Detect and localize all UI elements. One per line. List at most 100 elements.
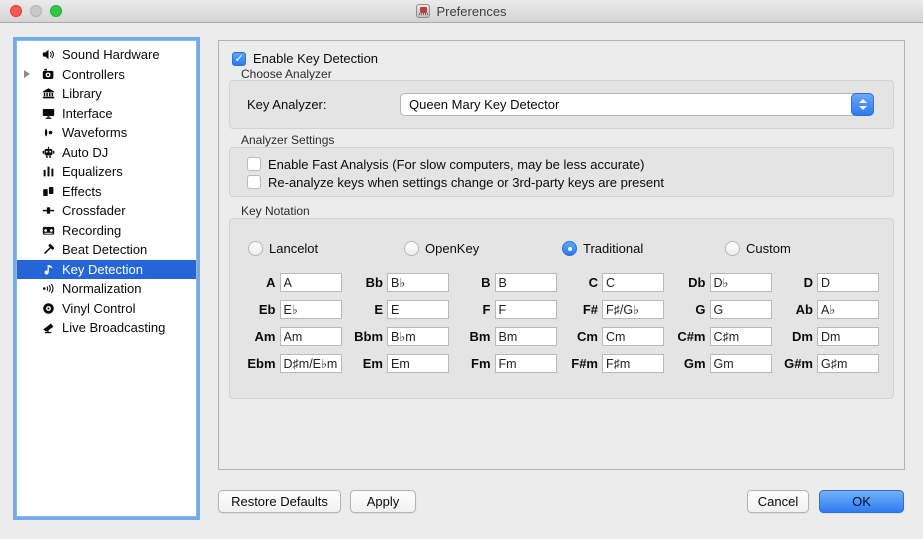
key-cell-G: G [670,300,778,319]
key-notation-input-C#m[interactable] [710,327,772,346]
key-notation-input-Ab[interactable] [817,300,879,319]
sidebar-item-interface[interactable]: Interface [17,104,196,124]
key-notation-input-F#[interactable] [602,300,664,319]
key-notation-input-Fm[interactable] [495,354,557,373]
equalizer-icon [40,165,56,178]
notation-radio-traditional[interactable]: Traditional [562,241,643,256]
key-cell-Eb: Eb [240,300,348,319]
key-cell-D: D [778,273,886,292]
sidebar-item-auto-dj[interactable]: Auto DJ [17,143,196,163]
analyzer-setting-label: Re-analyze keys when settings change or … [268,175,664,190]
notation-radio-custom[interactable]: Custom [725,241,791,256]
sidebar-item-label: Controllers [62,67,125,82]
title-bar: Preferences [0,0,923,23]
key-notation-title: Key Notation [241,204,310,218]
key-notation-input-C[interactable] [602,273,664,292]
key-notation-input-Em[interactable] [387,354,449,373]
enable-key-detection-row[interactable]: Enable Key Detection [232,51,378,66]
key-cell-E: E [348,300,456,319]
key-label: F#m [571,356,598,371]
analyzer-setting-row[interactable]: Re-analyze keys when settings change or … [247,173,893,191]
key-notation-input-G[interactable] [710,300,772,319]
key-notation-input-Am[interactable] [280,327,342,346]
key-notation-input-F[interactable] [495,300,557,319]
sidebar-item-key-detection[interactable]: Key Detection [17,260,196,280]
enable-key-detection-checkbox[interactable] [232,52,246,66]
key-cell-F: F [455,300,563,319]
apply-button[interactable]: Apply [350,490,416,513]
sidebar-item-beat-detection[interactable]: Beat Detection [17,240,196,260]
key-notation-input-Bm[interactable] [495,327,557,346]
key-notation-input-E[interactable] [387,300,449,319]
analyzer-setting-row[interactable]: Enable Fast Analysis (For slow computers… [247,155,893,173]
key-label: D [804,275,813,290]
key-cell-Am: Am [240,327,348,346]
radio-button[interactable] [725,241,740,256]
cancel-button[interactable]: Cancel [747,490,809,513]
key-notation-input-Cm[interactable] [602,327,664,346]
sidebar-item-normalization[interactable]: Normalization [17,279,196,299]
satellite-icon [40,321,56,334]
app-icon [416,4,430,18]
sound-waves-icon [40,282,56,295]
key-analyzer-dropdown[interactable]: Queen Mary Key Detector [400,93,874,116]
ok-button[interactable]: OK [819,490,904,513]
sidebar-item-vinyl-control[interactable]: Vinyl Control [17,299,196,319]
hammer-icon [40,243,56,256]
sidebar-item-label: Waveforms [62,125,127,140]
sidebar-item-library[interactable]: Library [17,84,196,104]
notation-radio-row: Lancelot OpenKey Traditional Custom [230,241,893,258]
sidebar-item-sound-hardware[interactable]: Sound Hardware [17,45,196,65]
sidebar-item-label: Library [62,86,102,101]
key-label: G#m [784,356,813,371]
key-label: F# [583,302,598,317]
sidebar-item-controllers[interactable]: Controllers [17,65,196,85]
sidebar-item-waveforms[interactable]: Waveforms [17,123,196,143]
key-notation-input-F#m[interactable] [602,354,664,373]
choose-analyzer-title: Choose Analyzer [241,67,332,81]
key-notation-input-Bb[interactable] [387,273,449,292]
radio-button[interactable] [404,241,419,256]
analyzer-setting-checkbox[interactable] [247,175,261,189]
disclosure-triangle-icon[interactable] [24,70,30,78]
sidebar-item-effects[interactable]: Effects [17,182,196,202]
radio-button[interactable] [248,241,263,256]
key-notation-input-A[interactable] [280,273,342,292]
key-label: Cm [577,329,598,344]
key-notation-input-G#m[interactable] [817,354,879,373]
key-notation-input-Gm[interactable] [710,354,772,373]
sidebar-item-crossfader[interactable]: Crossfader [17,201,196,221]
key-detection-panel: Enable Key Detection Choose Analyzer Key… [218,40,905,470]
notation-radio-openkey[interactable]: OpenKey [404,241,479,256]
key-cell-C: C [563,273,671,292]
key-notation-input-D[interactable] [817,273,879,292]
key-label: G [695,302,705,317]
key-label: Bb [366,275,383,290]
effects-icon [40,185,56,198]
key-notation-input-B[interactable] [495,273,557,292]
key-notation-input-Eb[interactable] [280,300,342,319]
key-notation-input-Db[interactable] [710,273,772,292]
sidebar-item-equalizers[interactable]: Equalizers [17,162,196,182]
key-label: Em [363,356,383,371]
key-cell-Fm: Fm [455,354,563,373]
key-cell-Dm: Dm [778,327,886,346]
key-notation-input-Dm[interactable] [817,327,879,346]
recording-icon [40,224,56,237]
key-notation-input-Ebm[interactable] [280,354,342,373]
choose-analyzer-group: Key Analyzer: Queen Mary Key Detector [229,80,894,129]
sidebar-item-live-broadcasting[interactable]: Live Broadcasting [17,318,196,338]
analyzer-setting-checkbox[interactable] [247,157,261,171]
notation-radio-lancelot[interactable]: Lancelot [248,241,318,256]
key-cell-Db: Db [670,273,778,292]
key-notation-grid: ABbBCDbDEbEFF#GAbAmBbmBmCmC#mDmEbmEmFmF#… [240,273,885,373]
enable-key-detection-label: Enable Key Detection [253,51,378,66]
key-label: Ab [796,302,813,317]
radio-button[interactable] [562,241,577,256]
key-notation-group: LancelotOpenKeyTraditionalCustom ABbBCDb… [229,218,894,399]
restore-defaults-button[interactable]: Restore Defaults [218,490,341,513]
key-cell-Cm: Cm [563,327,671,346]
sidebar-item-recording[interactable]: Recording [17,221,196,241]
sidebar-item-label: Recording [62,223,121,238]
key-notation-input-Bbm[interactable] [387,327,449,346]
